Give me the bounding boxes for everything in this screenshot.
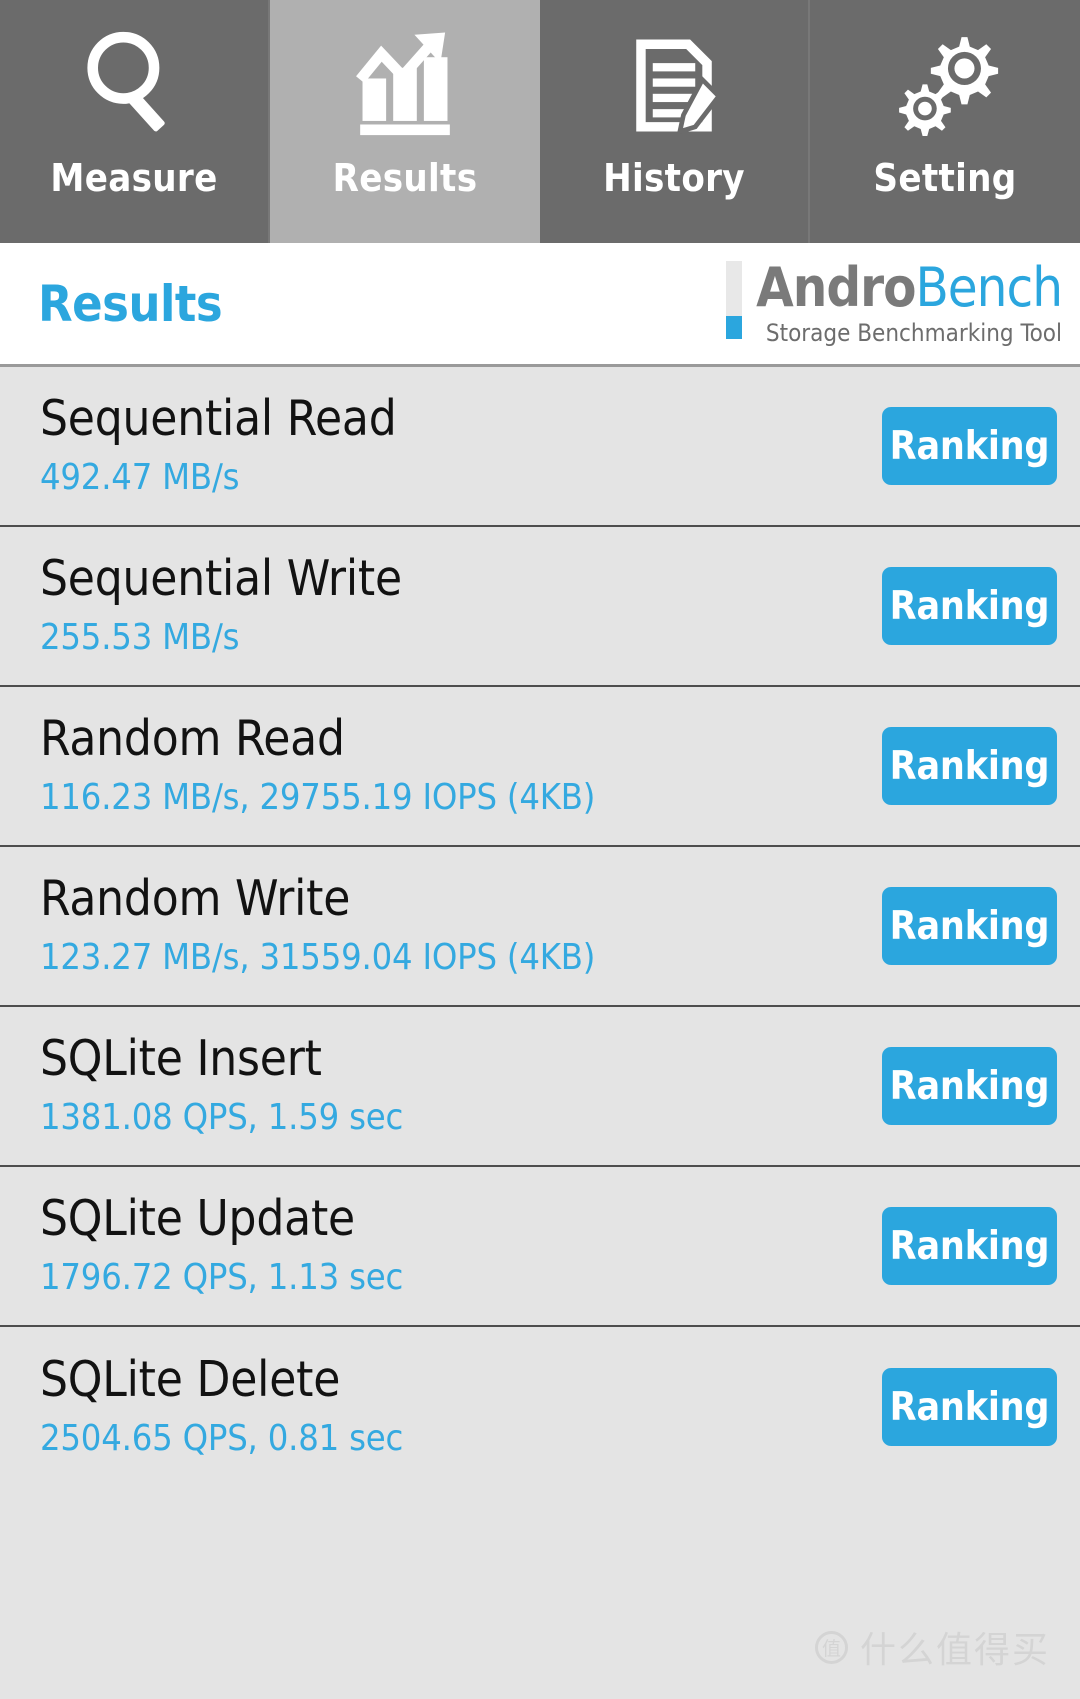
magnifier-icon: [75, 12, 193, 152]
result-name: Sequential Read: [40, 389, 397, 447]
result-name: SQLite Delete: [40, 1350, 341, 1408]
tab-label-measure: Measure: [50, 156, 218, 200]
table-row: Sequential Read 492.47 MB/s Ranking: [0, 367, 1080, 527]
result-name: SQLite Insert: [40, 1029, 322, 1087]
main-tab-bar: Measure Results History Setting: [0, 0, 1080, 243]
ranking-button[interactable]: Ranking: [882, 407, 1057, 485]
tab-setting[interactable]: Setting: [810, 0, 1080, 243]
bar-chart-trend-icon: [346, 12, 464, 152]
logo-bar-icon: [726, 260, 743, 339]
table-row: Random Read 116.23 MB/s, 29755.19 IOPS (…: [0, 687, 1080, 847]
tab-measure[interactable]: Measure: [0, 0, 270, 243]
ranking-button[interactable]: Ranking: [882, 1207, 1057, 1285]
ranking-button[interactable]: Ranking: [882, 1047, 1057, 1125]
watermark: 值 什么值得买: [814, 1621, 1050, 1673]
result-name: Random Write: [40, 869, 351, 927]
result-name: Sequential Write: [40, 549, 402, 607]
brand-name-bench: Bench: [915, 255, 1063, 319]
result-name: SQLite Update: [40, 1189, 355, 1247]
result-value: 492.47 MB/s: [40, 456, 240, 498]
brand-name: AndroBench: [756, 260, 1063, 315]
watermark-logo-icon: 值: [814, 1630, 848, 1664]
table-row: SQLite Update 1796.72 QPS, 1.13 sec Rank…: [0, 1167, 1080, 1327]
table-row: Random Write 123.27 MB/s, 31559.04 IOPS …: [0, 847, 1080, 1007]
result-value: 123.27 MB/s, 31559.04 IOPS (4KB): [40, 936, 596, 978]
tab-label-setting: Setting: [873, 156, 1017, 200]
gears-icon: [886, 12, 1004, 152]
brand-name-andro: Andro: [756, 255, 916, 319]
page-header: Results AndroBench Storage Benchmarking …: [0, 243, 1080, 367]
tab-results[interactable]: Results: [270, 0, 540, 243]
ranking-button[interactable]: Ranking: [882, 567, 1057, 645]
ranking-button[interactable]: Ranking: [882, 1368, 1057, 1446]
table-row: SQLite Insert 1381.08 QPS, 1.59 sec Rank…: [0, 1007, 1080, 1167]
tab-label-history: History: [603, 156, 745, 200]
result-value: 116.23 MB/s, 29755.19 IOPS (4KB): [40, 776, 596, 818]
result-value: 1796.72 QPS, 1.13 sec: [40, 1256, 404, 1298]
result-value: 2504.65 QPS, 0.81 sec: [40, 1417, 404, 1459]
ranking-button[interactable]: Ranking: [882, 887, 1057, 965]
table-row: SQLite Delete 2504.65 QPS, 0.81 sec Rank…: [0, 1327, 1080, 1487]
page-title: Results: [38, 274, 223, 333]
androbench-logo: AndroBench Storage Benchmarking Tool: [726, 260, 1063, 347]
result-name: Random Read: [40, 709, 345, 767]
document-pencil-icon: [615, 12, 733, 152]
watermark-text: 什么值得买: [859, 1630, 1050, 1671]
brand-subtitle: Storage Benchmarking Tool: [765, 318, 1062, 347]
result-value: 255.53 MB/s: [40, 616, 240, 658]
tab-label-results: Results: [332, 156, 478, 200]
ranking-button[interactable]: Ranking: [882, 727, 1057, 805]
results-list: Sequential Read 492.47 MB/s Ranking Sequ…: [0, 367, 1080, 1487]
table-row: Sequential Write 255.53 MB/s Ranking: [0, 527, 1080, 687]
result-value: 1381.08 QPS, 1.59 sec: [40, 1096, 404, 1138]
tab-history[interactable]: History: [540, 0, 810, 243]
